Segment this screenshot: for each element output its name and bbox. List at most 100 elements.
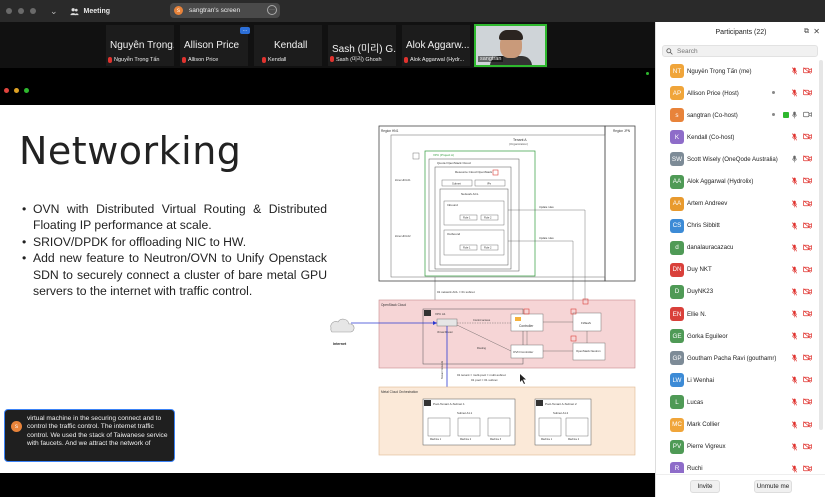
participant-row[interactable]: D DuyNK23 [656, 281, 818, 303]
svg-text:Machine 3: Machine 3 [490, 438, 502, 441]
mic-muted-icon[interactable] [792, 199, 797, 208]
mic-muted-icon[interactable] [792, 376, 797, 384]
camera-off-icon[interactable] [803, 133, 812, 141]
svg-text:Rule 2: Rule 2 [484, 246, 492, 250]
camera-off-icon[interactable] [803, 442, 812, 450]
camera-off-icon[interactable] [803, 266, 812, 273]
mic-muted-icon[interactable] [792, 89, 797, 97]
camera-off-icon[interactable] [803, 398, 812, 406]
participant-row[interactable]: EN Ellie N. [656, 303, 818, 325]
participant-row[interactable]: d danalauracazacu [656, 237, 818, 259]
camera-off-icon[interactable] [803, 244, 812, 251]
participant-row[interactable]: s sangtran (Co-host) [656, 104, 818, 126]
video-tile[interactable]: Kendall Kendall [254, 25, 322, 66]
svg-text:Rule 1: Rule 1 [463, 216, 471, 220]
participant-row[interactable]: GE Gorka Eguileor [656, 325, 818, 347]
video-tile[interactable]: Alok Aggarw... Alok Aggarwal (Hydr... [402, 25, 470, 66]
zoom-window-button[interactable] [30, 8, 36, 14]
participant-row[interactable]: AP Allison Price (Host) [656, 82, 818, 104]
avatar: PV [670, 439, 684, 454]
mic-muted-icon [262, 57, 266, 63]
mic-muted-icon[interactable] [792, 398, 797, 406]
camera-off-icon[interactable] [803, 67, 812, 74]
search-icon [666, 47, 673, 55]
camera-off-icon[interactable] [803, 155, 812, 163]
mic-muted-icon[interactable] [792, 310, 797, 318]
chevron-down-icon[interactable]: ⌄ [50, 6, 58, 17]
mic-muted-icon[interactable] [792, 67, 797, 75]
mic-muted-icon[interactable] [792, 221, 797, 230]
mic-muted-icon[interactable] [792, 332, 797, 340]
svg-text:Pool-Tenant A-Subnet 2: Pool-Tenant A-Subnet 2 [545, 402, 577, 406]
camera-icon[interactable] [803, 111, 812, 118]
tile-options-button[interactable]: ··· [240, 27, 250, 34]
meeting-menu[interactable]: Meeting [69, 7, 110, 16]
search-input[interactable] [677, 47, 807, 55]
mic-icon[interactable] [792, 111, 797, 119]
share-label: sangtran's screen [189, 7, 241, 14]
more-options-icon[interactable]: ··· [267, 5, 277, 15]
video-tile[interactable]: Nguyễn Trọng... Nguyễn Trọng Tấn [106, 25, 174, 66]
mic-muted-icon[interactable] [792, 244, 797, 252]
camera-off-icon[interactable] [803, 310, 812, 317]
participant-row[interactable]: CS Chris Sibbitt [656, 215, 818, 237]
camera-off-icon[interactable] [803, 376, 812, 384]
mic-muted-icon[interactable] [792, 133, 797, 141]
firewall-label: FWaaS [581, 321, 591, 325]
popout-icon[interactable]: ⧉ [804, 28, 809, 36]
camera-off-icon[interactable] [803, 199, 812, 207]
camera-off-icon[interactable] [803, 288, 812, 295]
participant-row[interactable]: PV Pierre Vigreux [656, 436, 818, 458]
participant-row[interactable]: DN Duy NKT [656, 259, 818, 281]
mic-muted-icon[interactable] [792, 288, 797, 296]
camera-off-icon[interactable] [803, 354, 812, 361]
camera-off-icon[interactable] [803, 89, 812, 96]
participant-row[interactable]: MC Mark Collier [656, 414, 818, 436]
mic-icon[interactable] [792, 155, 797, 163]
participant-search[interactable] [662, 45, 818, 57]
participant-row[interactable]: AA Alok Aggarwal (Hydrolix) [656, 170, 818, 192]
camera-off-icon[interactable] [803, 332, 812, 339]
close-window-button[interactable] [6, 8, 12, 14]
scrollbar[interactable] [819, 60, 823, 430]
video-tile[interactable]: Sash (미리) G... Sash (미리) Ghosh [328, 25, 396, 66]
avatar: MC [670, 417, 684, 432]
camera-off-icon[interactable] [803, 177, 812, 185]
unmute-button[interactable]: Unmute me [754, 480, 792, 493]
camera-off-icon[interactable] [803, 420, 812, 428]
mic-muted-icon [108, 57, 112, 63]
mic-muted-icon[interactable] [792, 420, 797, 429]
title-bar: ⌄ Meeting [0, 0, 825, 22]
participant-row[interactable]: GP Goutham Pacha Ravi (gouthamr) [656, 347, 818, 369]
participant-row[interactable]: K Kendall (Co-host) [656, 126, 818, 148]
participant-name-label: Alok Aggarwal (Hydr... [404, 57, 464, 63]
region-hn1-label: Region HN1 [381, 129, 399, 133]
participant-row[interactable]: NT Nguyễn Trọng Tấn (me) [656, 60, 818, 82]
mic-muted-icon[interactable] [792, 266, 797, 274]
invite-button[interactable]: Invite [690, 480, 720, 493]
mic-muted-icon[interactable] [792, 442, 797, 451]
mic-muted-icon[interactable] [792, 354, 797, 362]
mic-muted-icon[interactable] [792, 177, 797, 185]
participant-row[interactable]: LW Li Wenhai [656, 369, 818, 391]
active-speaker-video-tile[interactable]: sangtran [474, 24, 547, 67]
screen-share-indicator[interactable]: s sangtran's screen ··· [170, 3, 280, 18]
video-tile[interactable]: Allison Price Allison Price [180, 25, 248, 66]
minimize-window-button[interactable] [18, 8, 24, 14]
close-icon[interactable]: ✕ [813, 27, 820, 36]
camera-off-icon[interactable] [803, 221, 812, 229]
participant-name: Alok Aggarwal (Hydrolix) [687, 178, 754, 186]
mic-muted-icon[interactable] [792, 465, 797, 473]
participant-name: Allison Price (Host) [687, 89, 739, 97]
participant-row[interactable]: L Lucas [656, 391, 818, 413]
camera-off-icon[interactable] [803, 465, 812, 472]
participant-row[interactable]: AA Artem Andreev [656, 193, 818, 215]
participant-name: Mark Collier [687, 421, 720, 429]
avatar: CS [670, 218, 684, 233]
zone-label: Zone HN1-01 [395, 178, 411, 182]
shared-window-controls [4, 88, 29, 93]
participant-row[interactable]: SW Scott Wisely (OneQode Australia) [656, 148, 818, 170]
participant-row[interactable]: R Ruchi [656, 458, 818, 473]
participants-title: Participants (22) [715, 28, 767, 36]
screen-share-status-dot [646, 72, 649, 75]
